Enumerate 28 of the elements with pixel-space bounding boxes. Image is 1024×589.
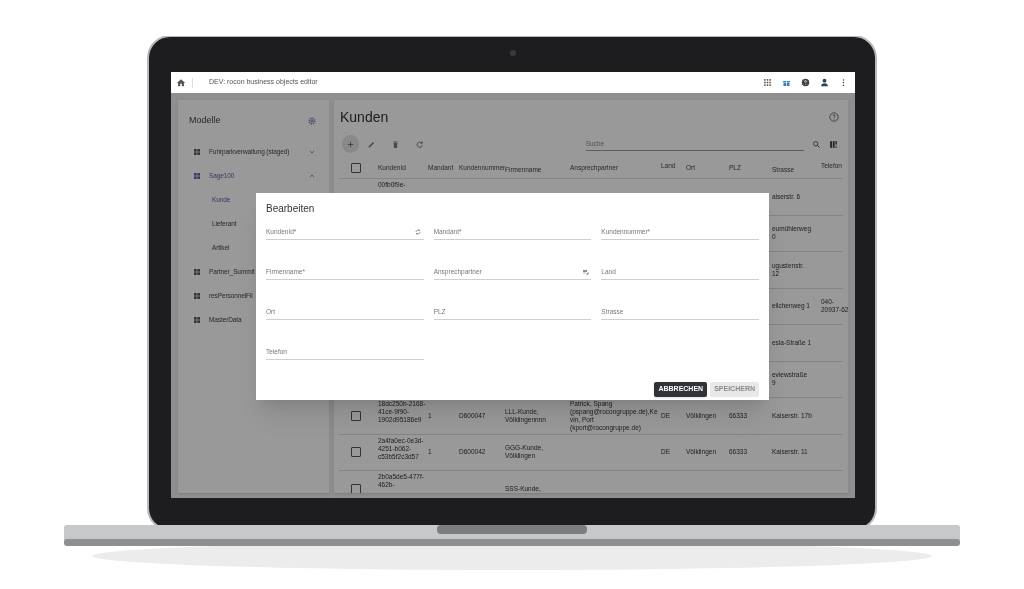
grid-icon [193,172,201,180]
checkbox[interactable] [351,447,361,458]
chevron-down-icon[interactable] [308,148,316,156]
columns-icon[interactable] [829,139,838,149]
list-edit-icon[interactable] [582,268,591,276]
plus-icon [345,139,355,149]
settings-icon[interactable] [307,116,317,126]
home-icon[interactable] [176,77,186,88]
sidebar-title: Modelle [189,114,221,128]
grid-icon [193,268,201,276]
apps-icon[interactable] [763,78,772,87]
chevron-up-icon[interactable] [308,172,316,180]
checkbox[interactable] [351,410,361,421]
refresh-icon[interactable] [414,139,424,149]
gift-icon[interactable] [782,78,791,87]
search-icon[interactable] [812,139,821,149]
page-title: Kunden [340,107,389,127]
help-icon[interactable] [801,78,810,87]
dialog-title: Bearbeiten [266,202,316,216]
checkbox[interactable] [351,163,361,173]
checkbox[interactable] [351,483,361,493]
grid-icon [193,148,201,156]
grid-icon [193,292,201,300]
add-button[interactable] [342,135,359,153]
user-icon[interactable] [820,78,829,87]
grid-icon [193,316,201,324]
edit-icon[interactable] [366,139,376,149]
refresh-icon[interactable] [413,228,422,236]
